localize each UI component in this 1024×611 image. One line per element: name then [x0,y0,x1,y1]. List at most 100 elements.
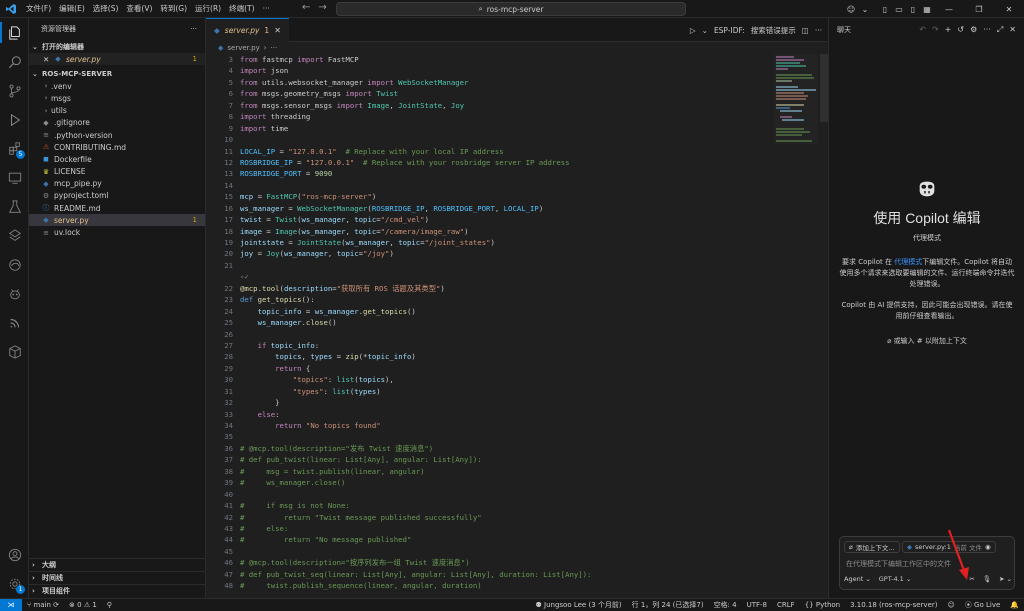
go-live-button[interactable]: ⦿ Go Live [960,600,1005,610]
timeline-section[interactable]: › 时间线 [29,571,206,584]
tools-icon[interactable]: ✂ [969,575,974,583]
menu-item[interactable]: 查看(V) [122,0,156,18]
project-components-section[interactable]: › 项目组件 [29,584,206,597]
tree-file[interactable]: ⓘ README.md [29,202,205,214]
send-icon[interactable]: ➤ ⌄ [999,575,1012,583]
menu-item[interactable]: 文件(F) [22,0,55,18]
notifications-bell-icon[interactable]: 🔔 [1005,601,1024,609]
alien-extension-icon[interactable] [0,279,29,308]
espidf-icon[interactable] [0,308,29,337]
tree-file[interactable]: ◆ mcp_pipe.py [29,178,205,190]
chat-input-field[interactable]: 在代理模式下编辑工作区中的文件 [846,559,951,569]
extensions-icon[interactable]: 5 [0,134,29,163]
toggle-panel-icon[interactable]: ▭ [892,0,906,18]
toggle-secondary-sidebar-icon[interactable]: ▯ [906,0,920,18]
manage-gear-icon[interactable]: 1 [0,569,29,598]
tree-file[interactable]: ◆ server.py 1 [29,214,205,227]
testing-icon[interactable] [0,192,29,221]
package-icon[interactable] [0,337,29,366]
restore-button[interactable]: ❐ [964,0,994,18]
close-icon[interactable]: ✕ [274,26,281,35]
search-error-hint-button[interactable]: 搜索错误提示 [751,25,796,36]
tree-folder[interactable]: › .venv [29,80,205,92]
remote-indicator-icon[interactable]: ⋊ [0,598,22,611]
menu-item[interactable]: 终端(T) [225,0,258,18]
language-mode[interactable]: {} Python [800,601,845,609]
more-actions-icon[interactable]: ··· [190,25,197,33]
account-icon[interactable] [0,540,29,569]
tree-file[interactable]: ◼ Dockerfile [29,153,205,165]
source-control-icon[interactable] [0,76,29,105]
more-actions-icon[interactable]: ··· [983,25,991,35]
tree-file[interactable]: ≡ .python-version [29,129,205,141]
more-actions-icon[interactable]: ··· [815,26,822,35]
split-editor-icon[interactable]: ◫ [802,26,809,35]
explorer-icon[interactable] [0,18,29,47]
ports-indicator-icon[interactable]: ⚲ [102,601,117,609]
menu-item[interactable]: ··· [259,0,274,18]
copilot-dropdown-icon[interactable]: ⌄ [858,0,872,18]
settings-gear-icon[interactable]: ⚙ [970,25,977,35]
customize-layout-icon[interactable]: ▦ [920,0,934,18]
git-blame[interactable]: ⚉ Jungsoo Lee (3 个月前) [531,600,627,610]
add-context-button[interactable]: ⌀ 添加上下文... [844,541,900,553]
edge-tools-icon[interactable] [0,250,29,279]
platformio-icon[interactable] [0,221,29,250]
tree-file[interactable]: ≡ uv.lock [29,226,205,238]
eye-icon[interactable]: ◉ [985,543,991,551]
new-chat-plus-icon[interactable]: + [945,25,952,35]
run-dropdown-icon[interactable]: ⌄ [702,26,708,35]
minimize-button[interactable]: — [934,0,964,18]
current-file-chip[interactable]: ◆ server.py:1 当前 文件 ◉ [902,541,996,553]
remote-explorer-icon[interactable] [0,163,29,192]
copilot-icon[interactable]: ☺ [844,0,858,18]
open-editor-item[interactable]: ✕ ◆ server.py 1 [29,53,205,66]
line-ending[interactable]: CRLF [772,601,800,609]
menu-item[interactable]: 转到(G) [156,0,191,18]
agent-mode-link[interactable]: 代理模式 [894,258,922,266]
branch-indicator[interactable]: ⑂ main ⟳ [22,601,64,609]
close-icon[interactable]: ✕ [1009,25,1016,35]
project-section[interactable]: ⌄ ROS-MCP-SERVER [29,67,205,80]
tree-file[interactable]: ⚠ CONTRIBUTING.md [29,141,205,153]
minimap[interactable] [774,54,818,144]
breadcrumb-more[interactable]: ··· [271,44,278,52]
forward-arrow-icon[interactable]: → [318,2,326,13]
microphone-icon[interactable]: 🎙 [983,575,991,583]
problems-indicator[interactable]: ⊗ 0 ⚠ 1 [64,601,102,609]
outline-section[interactable]: › 大纲 [29,558,206,571]
tree-file[interactable]: ◆ .gitignore [29,117,205,129]
undo-icon[interactable]: ↶ [919,25,926,35]
cursor-position[interactable]: 行 1，列 24 (已选择7) [627,600,709,610]
encoding[interactable]: UTF-8 [742,601,772,609]
run-icon[interactable]: ▷ [690,26,696,35]
python-interpreter[interactable]: 3.10.18 (ros-mcp-server) [845,601,942,609]
copilot-status-icon[interactable]: ☺ [943,601,960,609]
maximize-icon[interactable]: ⤢ [997,25,1003,35]
search-icon[interactable] [0,47,29,76]
back-arrow-icon[interactable]: ← [302,2,310,13]
run-debug-icon[interactable] [0,105,29,134]
command-center-search[interactable]: ⌕ ros-mcp-server [336,2,686,16]
mode-selector[interactable]: Agent ⌄ [844,575,871,583]
tree-folder[interactable]: › msgs [29,92,205,104]
espidf-label[interactable]: ESP-IDF: [714,26,745,35]
toggle-sidebar-icon[interactable]: ▯ [878,0,892,18]
open-editors-section[interactable]: ⌄ 打开的编辑器 [29,40,205,53]
tab-server-py[interactable]: ◆ server.py 1 ✕ [206,18,289,42]
model-selector[interactable]: GPT-4.1 ⌄ [879,575,912,583]
tree-folder[interactable]: › utils [29,105,205,117]
menu-item[interactable]: 运行(R) [191,0,225,18]
indentation[interactable]: 空格: 4 [709,600,742,610]
breadcrumb-file[interactable]: server.py [227,44,259,52]
tree-file[interactable]: ⚙ pyproject.toml [29,190,205,202]
redo-icon[interactable]: ↷ [932,25,939,35]
close-window-button[interactable]: ✕ [994,0,1024,18]
code-view[interactable]: 3 from fastmcp import FastMCP 4 import json… [206,54,766,592]
history-icon[interactable]: ↺ [957,25,964,35]
menu-item[interactable]: 编辑(E) [55,0,89,18]
tree-file[interactable]: ♛ LICENSE [29,166,205,178]
close-icon[interactable]: ✕ [43,55,53,64]
vertical-scrollbar[interactable] [820,54,828,122]
menu-item[interactable]: 选择(S) [89,0,123,18]
